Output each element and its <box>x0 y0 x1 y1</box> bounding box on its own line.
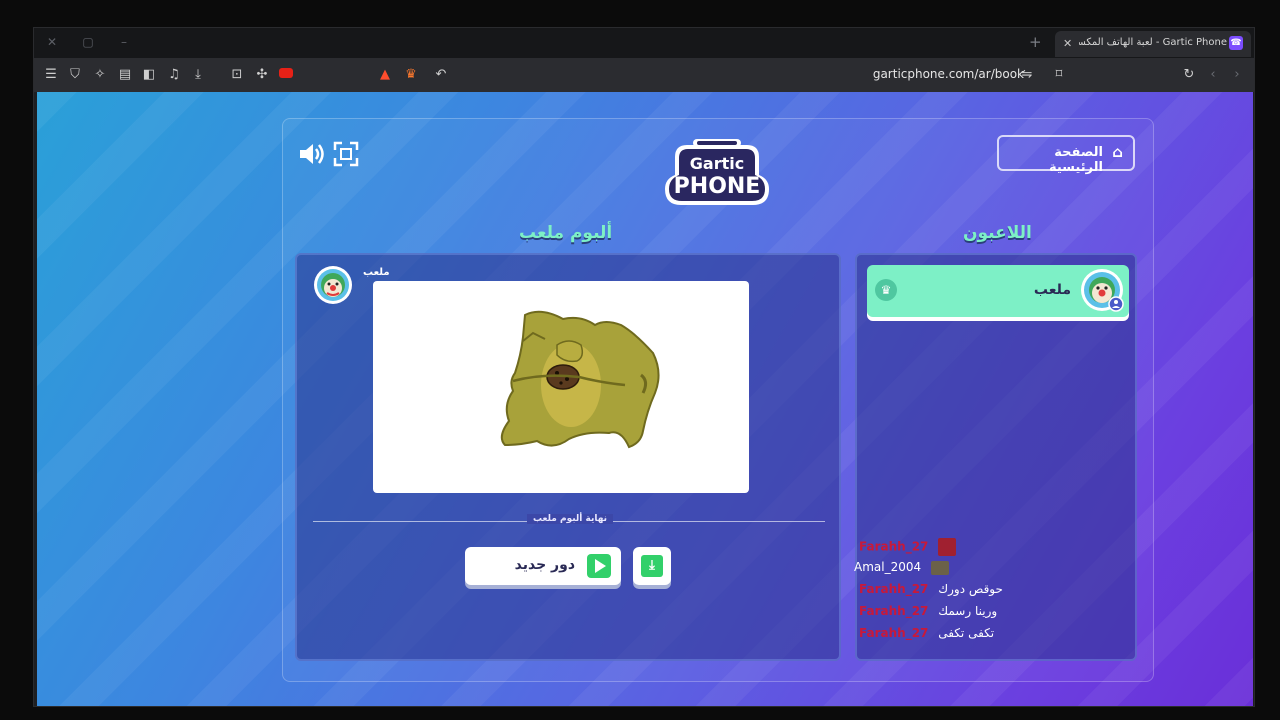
chat-line: Farahh_27 ورينا رسمك <box>859 604 997 618</box>
gartic-phone-logo: Gartic PHONE <box>665 139 769 205</box>
music-icon[interactable]: ♫ <box>165 66 183 84</box>
maximize-window-icon[interactable]: ▢ <box>80 34 96 50</box>
chat-username: Farahh_27 <box>859 604 929 618</box>
tab-gartic-phone[interactable]: ✕ Gartic Phone - لعبة الهاتف المكسور ☎ <box>1055 31 1251 57</box>
chat-line: Farahh_27 تكفى تكفى <box>859 626 994 640</box>
play-icon <box>587 554 611 578</box>
album-author-name: ملعب <box>363 267 390 278</box>
reload-icon[interactable]: ↻ <box>1180 66 1198 84</box>
crown-icon: ♛ <box>875 279 897 301</box>
chat-username: Farahh_27 <box>859 582 929 596</box>
screenshot-icon[interactable]: ⊡ <box>228 66 246 84</box>
new-round-label: دور جديد <box>514 557 575 573</box>
chat-message: حوقص دورك <box>938 582 1003 596</box>
chat-username: Farahh_27 <box>859 539 929 554</box>
bookmark-icon[interactable]: ⌑ <box>1050 66 1068 84</box>
back-icon[interactable]: ‹ <box>1204 66 1222 84</box>
player-drawing <box>500 310 660 449</box>
chat-avatar <box>930 560 949 575</box>
chat-username: Farahh_27 <box>859 626 929 640</box>
download-icon[interactable]: ⤓ <box>189 66 207 84</box>
forward-icon[interactable]: › <box>1228 66 1246 84</box>
tab-title: Gartic Phone - لعبة الهاتف المكسور <box>1079 37 1227 48</box>
chat-line: Farahh_27 حوقص دورك <box>859 582 1003 596</box>
pin-icon[interactable]: ✧ <box>91 66 109 84</box>
phone-favicon-icon: ☎ <box>1229 36 1243 50</box>
player-row: ♛ ملعب <box>867 265 1129 317</box>
player-avatar <box>1081 269 1124 312</box>
home-button-label: الصفحة الرئيسية <box>1048 145 1103 175</box>
fullscreen-icon[interactable] <box>331 139 361 169</box>
new-tab-icon[interactable]: + <box>1029 33 1042 51</box>
player-avatar <box>314 266 352 304</box>
chat-line: Farahh_27 <box>859 538 957 556</box>
drawing-canvas <box>373 281 749 493</box>
browser-toolbar: ☰ ⛉ ✧ ▤ ◧ ♫ ⤓ ⊡ ✣ ▲ ♛ ↶ garticphone.com/… <box>34 58 1254 92</box>
album-header: ألبوم ملعب <box>519 223 613 243</box>
players-header: اللاعبون <box>963 223 1032 243</box>
sound-icon[interactable] <box>297 139 327 169</box>
players-panel: ♛ ملعب <box>855 253 1137 661</box>
game-container: ⌂ الصفحة الرئيسية Gartic PHONE ألبوم ملع… <box>282 118 1154 682</box>
shield-icon[interactable]: ⛉ <box>66 66 84 84</box>
svg-text:PHONE: PHONE <box>674 174 761 199</box>
chat-line: Amal_2004 <box>854 560 949 575</box>
youtube-icon[interactable] <box>277 66 295 84</box>
svg-text:Gartic: Gartic <box>690 154 744 173</box>
close-tab-icon[interactable]: ✕ <box>1063 37 1072 50</box>
close-window-icon[interactable]: ✕ <box>44 34 60 50</box>
download-icon: ⤓ <box>641 555 663 577</box>
brave-lion-icon[interactable]: ♛ <box>402 66 420 84</box>
new-round-button[interactable]: دور جديد <box>465 547 621 585</box>
minimize-window-icon[interactable]: – <box>116 34 132 50</box>
tab-bar: ✕ ▢ – + ✕ Gartic Phone - لعبة الهاتف الم… <box>34 28 1254 58</box>
album-panel: ملعب نهاية ألبوم ملعب دور جديد ⤓ <box>295 253 841 661</box>
site-settings-icon[interactable]: ⇋ <box>1018 66 1036 84</box>
chat-message: تكفى تكفى <box>938 626 995 640</box>
extensions-icon[interactable]: ✣ <box>253 66 271 84</box>
chat-message: ورينا رسمك <box>938 604 998 618</box>
rewards-triangle-icon[interactable]: ▲ <box>376 66 394 84</box>
wallet-icon[interactable]: ▤ <box>116 66 134 84</box>
download-album-button[interactable]: ⤓ <box>633 547 671 585</box>
home-button[interactable]: ⌂ الصفحة الرئيسية <box>997 135 1135 175</box>
menu-icon[interactable]: ☰ <box>42 66 60 84</box>
chat-avatar <box>938 538 957 556</box>
player-name: ملعب <box>1033 282 1071 298</box>
browser-window: ✕ ▢ – + ✕ Gartic Phone - لعبة الهاتف الم… <box>33 27 1255 707</box>
home-icon: ⌂ <box>1112 143 1123 161</box>
chat-username: Amal_2004 <box>854 560 922 574</box>
address-bar[interactable]: garticphone.com/ar/book <box>824 67 1024 81</box>
end-of-album-label: نهاية ألبوم ملعب <box>527 514 614 524</box>
sidebar-icon[interactable]: ◧ <box>140 66 158 84</box>
share-icon[interactable]: ↶ <box>432 66 450 84</box>
page-viewport: ⌂ الصفحة الرئيسية Gartic PHONE ألبوم ملع… <box>37 92 1253 706</box>
